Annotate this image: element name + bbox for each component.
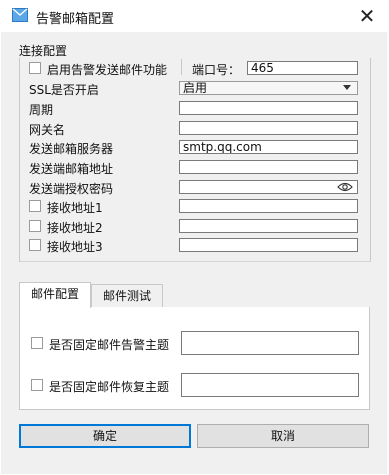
gateway-label: 网关名 [29,123,66,137]
fixed-recover-subject-label: 是否固定邮件恢复主题 [49,380,170,394]
alarm-subject-input[interactable] [181,331,359,355]
sender-label: 发送端邮箱地址 [29,162,114,176]
ok-button[interactable]: 确定 [19,424,191,448]
ssl-label: SSL是否开启 [29,83,99,97]
receiver1-checkbox[interactable] [29,200,41,212]
gateway-input[interactable] [179,121,358,135]
period-label: 周期 [29,103,54,117]
server-input[interactable]: smtp.qq.com [179,140,358,154]
auth-password-input[interactable] [179,180,358,194]
recover-subject-input[interactable] [181,373,359,397]
chevron-down-icon [343,85,351,90]
receiver3-input[interactable] [179,238,358,252]
auth-label: 发送端授权密码 [29,182,114,196]
mail-icon [12,8,28,22]
close-icon[interactable]: ✕ [352,2,382,30]
server-label: 发送邮箱服务器 [29,142,114,156]
cancel-button[interactable]: 取消 [197,424,369,448]
eye-icon[interactable] [337,181,353,193]
receiver1-label: 接收地址1 [47,201,103,215]
ssl-select[interactable]: 启用 [179,81,358,95]
window-title: 告警邮箱配置 [36,12,115,27]
ssl-select-value: 启用 [183,81,208,95]
title-bar: 告警邮箱配置 ✕ [0,0,389,32]
receiver1-input[interactable] [179,199,358,213]
fixed-alarm-subject-label: 是否固定邮件告警主题 [49,338,170,352]
tab-mail-config[interactable]: 邮件配置 [19,282,91,308]
receiver3-checkbox[interactable] [29,239,41,251]
period-input[interactable] [179,101,358,115]
receiver2-input[interactable] [179,219,358,233]
port-label: 端口号： [192,63,241,77]
receiver2-checkbox[interactable] [29,220,41,232]
fixed-recover-subject-checkbox[interactable] [31,379,43,391]
sender-input[interactable] [179,160,358,174]
fixed-alarm-subject-checkbox[interactable] [31,337,43,349]
divider [181,59,182,75]
port-input[interactable]: 465 [247,61,358,75]
receiver2-label: 接收地址2 [47,221,103,235]
connection-group-label: 连接配置 [19,44,68,58]
tab-mail-test[interactable]: 邮件测试 [91,284,163,307]
enable-alarm-label: 启用告警发送邮件功能 [47,63,168,77]
receiver3-label: 接收地址3 [47,240,103,254]
enable-alarm-checkbox[interactable] [29,62,41,74]
